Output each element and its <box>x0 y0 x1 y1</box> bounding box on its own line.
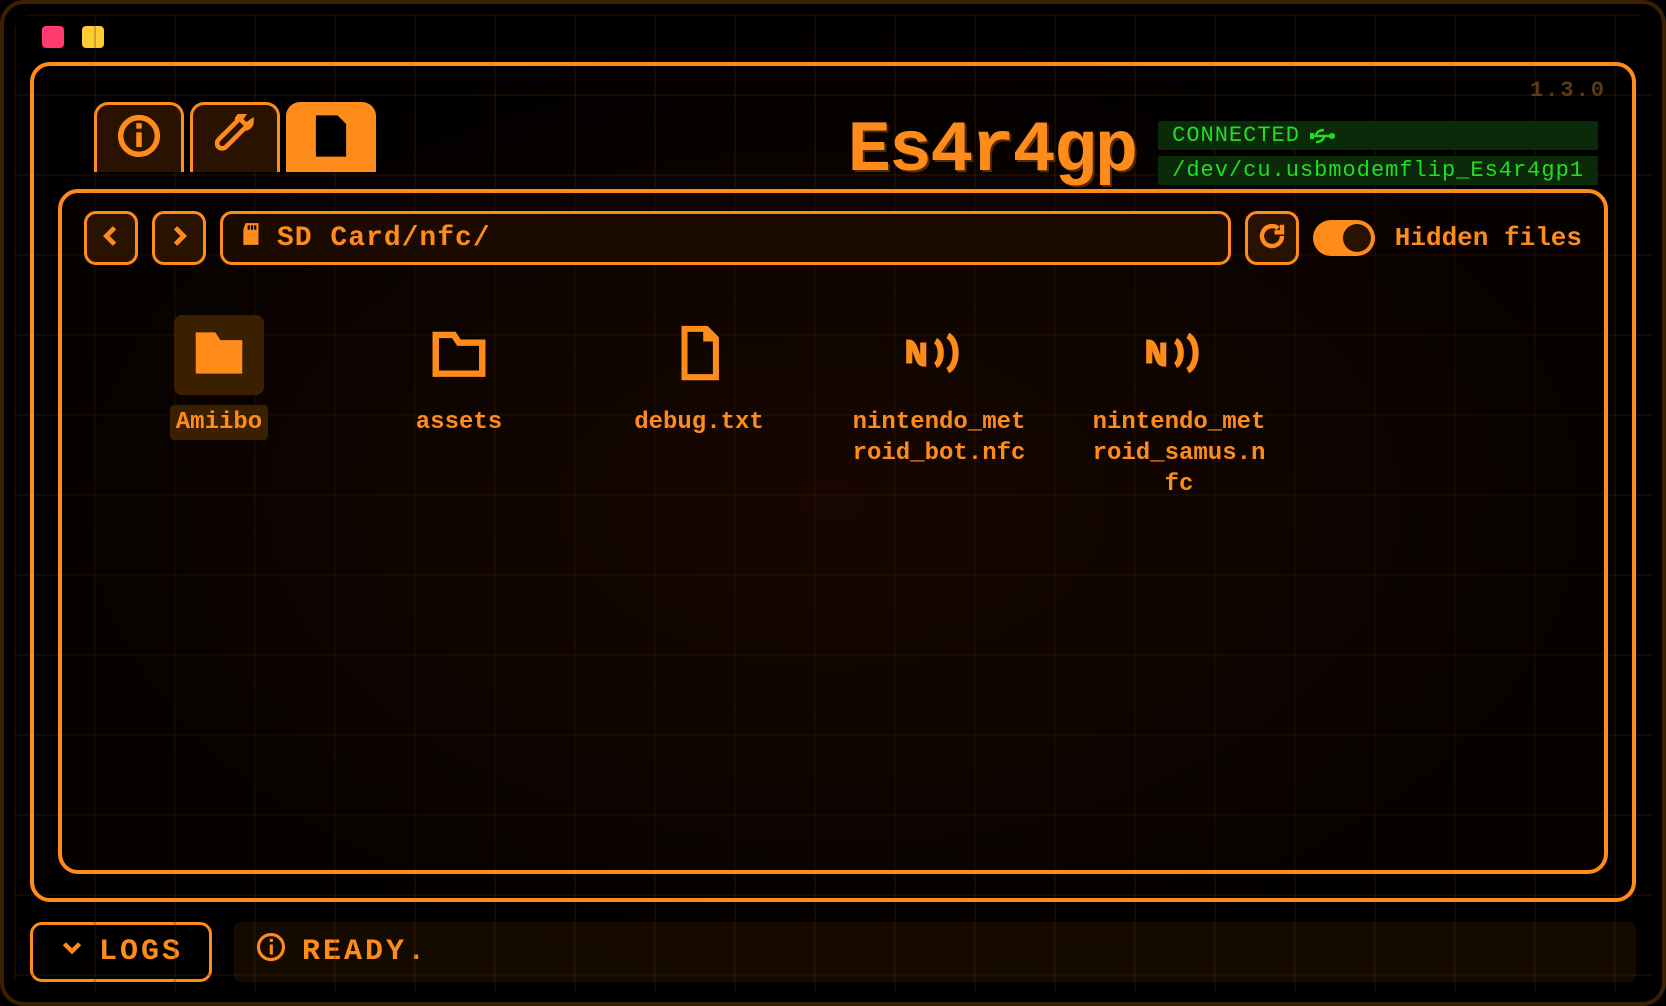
app-window: 1.3.0 <box>0 0 1666 1006</box>
close-window-button[interactable] <box>42 26 64 48</box>
sd-card-icon <box>239 221 265 256</box>
logs-button[interactable]: LOGS <box>30 922 212 982</box>
main-panel: 1.3.0 <box>30 62 1636 902</box>
folder-icon <box>188 322 250 389</box>
chevron-right-icon <box>165 222 193 255</box>
version-label: 1.3.0 <box>1530 78 1606 103</box>
window-controls <box>30 22 1636 62</box>
file-item-file[interactable]: debug.txt <box>604 315 794 503</box>
logs-label: LOGS <box>99 935 183 969</box>
wrench-icon <box>213 114 257 163</box>
status-text: READY. <box>302 935 428 969</box>
tab-bar <box>94 102 376 172</box>
file-label: Amiibo <box>170 405 268 440</box>
minimize-window-button[interactable] <box>82 26 104 48</box>
device-name: Es4r4gp <box>848 110 1136 192</box>
file-label: assets <box>410 405 508 440</box>
status-bar: READY. <box>234 922 1636 982</box>
file-label: debug.txt <box>628 405 770 440</box>
file-item-nfc[interactable]: nintendo_metroid_samus.nfc <box>1084 315 1274 503</box>
path-text: SD Card/nfc/ <box>277 223 491 254</box>
footer: LOGS READY. <box>30 922 1636 982</box>
file-label: nintendo_metroid_samus.nfc <box>1084 405 1274 503</box>
nfc-icon <box>1144 331 1214 380</box>
hidden-files-toggle[interactable] <box>1313 220 1375 256</box>
usb-icon <box>1310 127 1336 145</box>
back-button[interactable] <box>84 211 138 265</box>
hidden-files-label: Hidden files <box>1395 223 1582 253</box>
refresh-icon <box>1257 221 1287 256</box>
file-browser: SD Card/nfc/ Hidden files Amiibo <box>58 189 1608 874</box>
file-item-folder[interactable]: assets <box>364 315 554 503</box>
file-toolbar: SD Card/nfc/ Hidden files <box>84 211 1582 265</box>
file-grid: Amiibo assets debug.txt <box>84 265 1582 553</box>
device-port: /dev/cu.usbmodemflip_Es4r4gp1 <box>1158 156 1598 185</box>
connection-status: CONNECTED <box>1158 121 1598 150</box>
file-item-nfc[interactable]: nintendo_metroid_bot.nfc <box>844 315 1034 503</box>
nfc-icon <box>904 331 974 380</box>
info-icon <box>117 114 161 163</box>
file-icon <box>309 114 353 163</box>
tab-tools[interactable] <box>190 102 280 172</box>
file-label: nintendo_metroid_bot.nfc <box>844 405 1034 471</box>
device-info: Es4r4gp CONNECTED /dev/cu.usbmodemflip_E… <box>848 110 1598 192</box>
document-icon <box>670 324 728 387</box>
tab-info[interactable] <box>94 102 184 172</box>
file-item-folder[interactable]: Amiibo <box>124 315 314 503</box>
folder-icon <box>428 322 490 389</box>
chevron-down-icon <box>59 934 85 970</box>
forward-button[interactable] <box>152 211 206 265</box>
chevron-left-icon <box>97 222 125 255</box>
path-input[interactable]: SD Card/nfc/ <box>220 211 1231 265</box>
info-icon <box>256 932 286 972</box>
tab-files[interactable] <box>286 102 376 172</box>
refresh-button[interactable] <box>1245 211 1299 265</box>
